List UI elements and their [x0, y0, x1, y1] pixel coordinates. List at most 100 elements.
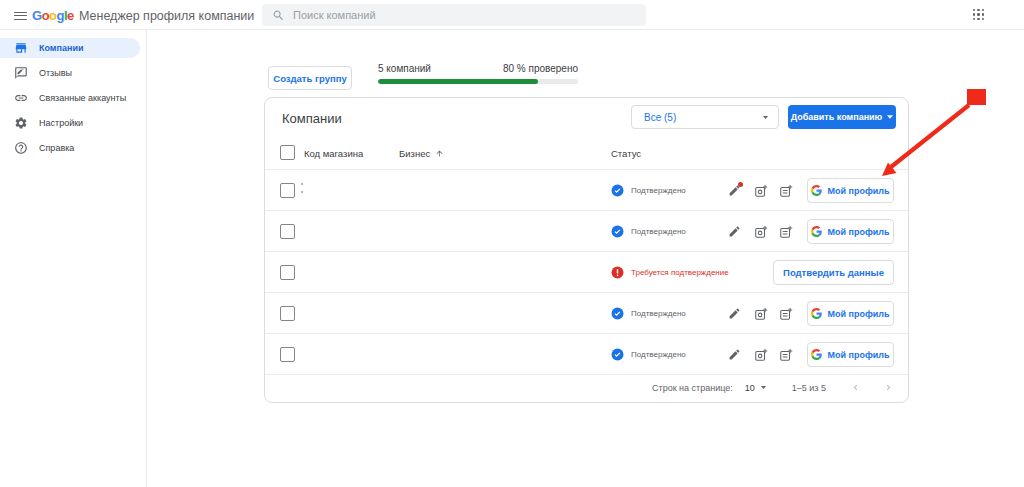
edit-icon[interactable]	[728, 307, 742, 321]
add-post-icon[interactable]	[779, 184, 793, 198]
companies-count-label: 5 компаний	[378, 63, 431, 74]
my-profile-button[interactable]: Мой профиль	[807, 301, 894, 326]
sidebar-item-reviews[interactable]: Отзывы	[0, 63, 140, 83]
alert-badge-icon	[611, 266, 624, 279]
red-square-marker	[967, 89, 986, 105]
help-icon	[14, 141, 28, 155]
sidebar-item-label: Отзывы	[39, 68, 72, 78]
status-cell: Подтверждено	[611, 293, 686, 333]
table-row: Подтверждено Мой профиль	[265, 293, 908, 334]
search-input[interactable]: Поиск компаний	[262, 4, 646, 26]
add-photo-icon[interactable]	[754, 184, 768, 198]
verification-progress: 5 компаний 80 % проверено	[378, 63, 578, 84]
rate-review-icon	[14, 66, 28, 80]
sidebar-item-help[interactable]: Справка	[0, 138, 140, 158]
status-label: Подтверждено	[631, 350, 686, 359]
create-group-button[interactable]: Создать группу	[268, 66, 352, 90]
previous-page-icon[interactable]	[850, 382, 861, 393]
sidebar: Компании Отзывы Связанные аккаунты Настр…	[0, 30, 147, 487]
edit-icon[interactable]	[728, 225, 742, 239]
status-cell: Требуется подтверждение	[611, 252, 729, 292]
menu-icon[interactable]	[14, 12, 27, 21]
my-profile-button[interactable]: Мой профиль	[807, 342, 894, 367]
verified-percent-label: 80 % проверено	[503, 63, 578, 74]
table-row: Требуется подтверждение Подтвердить данн…	[265, 252, 908, 293]
sidebar-item-label: Связанные аккаунты	[39, 93, 126, 103]
add-company-button[interactable]: Добавить компанию	[788, 105, 896, 129]
sidebar-item-label: Справка	[39, 143, 74, 153]
rows-per-page-select[interactable]: 10	[745, 383, 766, 393]
sidebar-item-label: Настройки	[39, 118, 83, 128]
row-checkbox[interactable]	[280, 347, 295, 362]
settings-icon	[14, 116, 28, 130]
filter-select[interactable]: Все (5)	[631, 105, 779, 129]
google-g-icon	[811, 226, 822, 237]
google-logo: Google	[32, 9, 74, 22]
table-body: Подтверждено Мой профиль Подтверждено Мо…	[265, 170, 908, 375]
select-all-checkbox[interactable]	[280, 145, 295, 160]
add-photo-icon[interactable]	[754, 307, 768, 321]
top-app-bar: Google Менеджер профиля компании Поиск к…	[0, 0, 1024, 30]
add-photo-icon[interactable]	[754, 348, 768, 362]
status-cell: Подтверждено	[611, 211, 686, 251]
status-label: Подтверждено	[631, 186, 686, 195]
edit-icon[interactable]	[728, 184, 742, 198]
row-checkbox[interactable]	[280, 306, 295, 321]
column-business[interactable]: Бизнес	[399, 148, 444, 159]
add-post-icon[interactable]	[779, 348, 793, 362]
verify-data-button[interactable]: Подтвердить данные	[773, 260, 894, 285]
add-post-icon[interactable]	[779, 307, 793, 321]
google-g-icon	[811, 349, 822, 360]
app-title: Менеджер профиля компании	[79, 10, 254, 23]
status-label: Требуется подтверждение	[631, 268, 729, 277]
redacted-store-code	[301, 183, 303, 199]
card-title: Компании	[282, 111, 342, 126]
status-cell: Подтверждено	[611, 334, 686, 374]
table-header: Код магазина Бизнес Статус	[265, 136, 908, 170]
pagination-range-label: 1–5 из 5	[792, 383, 826, 393]
table-row: Подтверждено Мой профиль	[265, 334, 908, 375]
column-store-code: Код магазина	[304, 148, 363, 159]
verified-badge-icon	[611, 184, 624, 197]
apps-grid-icon[interactable]	[972, 8, 985, 21]
chevron-down-icon	[763, 116, 768, 119]
search-icon	[272, 9, 285, 22]
my-profile-button[interactable]: Мой профиль	[807, 219, 894, 244]
row-checkbox[interactable]	[280, 183, 295, 198]
search-placeholder: Поиск компаний	[293, 9, 376, 21]
progress-fill	[378, 79, 538, 84]
storefront-icon	[14, 41, 28, 55]
sidebar-item-companies[interactable]: Компании	[0, 38, 140, 58]
sidebar-item-linked-accounts[interactable]: Связанные аккаунты	[0, 88, 140, 108]
filter-value: Все (5)	[644, 112, 676, 123]
table-row: Подтверждено Мой профиль	[265, 211, 908, 252]
rows-per-page-label: Строк на странице:	[652, 383, 733, 393]
row-checkbox[interactable]	[280, 224, 295, 239]
table-footer: Строк на странице: 10 1–5 из 5	[265, 373, 908, 402]
status-cell: Подтверждено	[611, 170, 686, 210]
verified-badge-icon	[611, 225, 624, 238]
google-g-icon	[811, 308, 822, 319]
add-post-icon[interactable]	[779, 225, 793, 239]
table-row: Подтверждено Мой профиль	[265, 170, 908, 211]
sort-up-icon	[435, 149, 444, 158]
progress-track	[378, 79, 578, 84]
chevron-down-icon	[887, 115, 893, 119]
verified-badge-icon	[611, 307, 624, 320]
my-profile-button[interactable]: Мой профиль	[807, 178, 894, 203]
link-icon	[14, 91, 28, 105]
add-photo-icon[interactable]	[754, 225, 768, 239]
column-status: Статус	[611, 148, 641, 159]
notification-dot	[738, 182, 743, 187]
verified-badge-icon	[611, 348, 624, 361]
google-g-icon	[811, 185, 822, 196]
sidebar-item-settings[interactable]: Настройки	[0, 113, 140, 133]
chevron-down-icon	[761, 386, 766, 389]
edit-icon[interactable]	[728, 348, 742, 362]
next-page-icon[interactable]	[883, 382, 894, 393]
status-label: Подтверждено	[631, 309, 686, 318]
sidebar-item-label: Компании	[39, 43, 83, 53]
companies-card: Компании Все (5) Добавить компанию Код м…	[264, 97, 909, 403]
row-checkbox[interactable]	[280, 265, 295, 280]
status-label: Подтверждено	[631, 227, 686, 236]
